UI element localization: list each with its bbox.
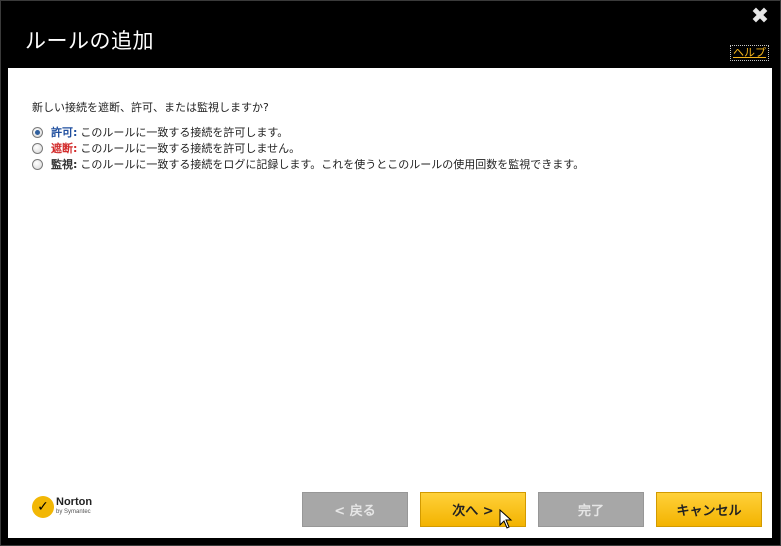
question-text: 新しい接続を遮断、許可、または監視しますか? [32, 101, 269, 114]
add-rule-dialog: ルールの追加 ✖ ヘルプ 新しい接続を遮断、許可、または監視しますか? 許可: … [0, 0, 781, 546]
norton-logo-text: Norton by Symantec [56, 497, 92, 517]
monitor-radio[interactable] [32, 158, 43, 170]
option-allow[interactable]: 許可: このルールに一致する接続を許可します。 [32, 124, 584, 140]
logo-name: Norton [56, 496, 93, 508]
finish-button[interactable]: 完了 [538, 492, 644, 527]
block-description: このルールに一致する接続を許可しません。 [80, 142, 301, 155]
option-block[interactable]: 遮断: このルールに一致する接続を許可しません。 [32, 140, 584, 156]
dialog-content: 新しい接続を遮断、許可、または監視しますか? 許可: このルールに一致する接続を… [8, 68, 772, 538]
close-icon[interactable]: ✖ [750, 6, 770, 28]
mouse-cursor-icon [499, 509, 513, 529]
help-link[interactable]: ヘルプ [730, 45, 769, 61]
cancel-button[interactable]: キャンセル [656, 492, 762, 527]
logo-sub: by Symantec [56, 509, 91, 515]
norton-check-icon: ✓ [32, 496, 54, 518]
action-options: 許可: このルールに一致する接続を許可します。 遮断: このルールに一致する接続… [32, 124, 584, 172]
block-radio[interactable] [32, 142, 43, 154]
allow-description: このルールに一致する接続を許可します。 [80, 126, 289, 139]
monitor-description: このルールに一致する接続をログに記録します。これを使うとこのルールの使用回数を監… [80, 158, 585, 171]
allow-keyword: 許可: [51, 126, 78, 139]
allow-radio[interactable] [32, 126, 43, 138]
dialog-title: ルールの追加 [25, 29, 154, 53]
back-button[interactable]: < 戻る [302, 492, 408, 527]
option-monitor[interactable]: 監視: このルールに一致する接続をログに記録します。これを使うとこのルールの使用… [32, 156, 584, 172]
norton-logo: ✓ Norton by Symantec [32, 496, 92, 518]
block-keyword: 遮断: [51, 142, 78, 155]
monitor-keyword: 監視: [51, 158, 78, 171]
